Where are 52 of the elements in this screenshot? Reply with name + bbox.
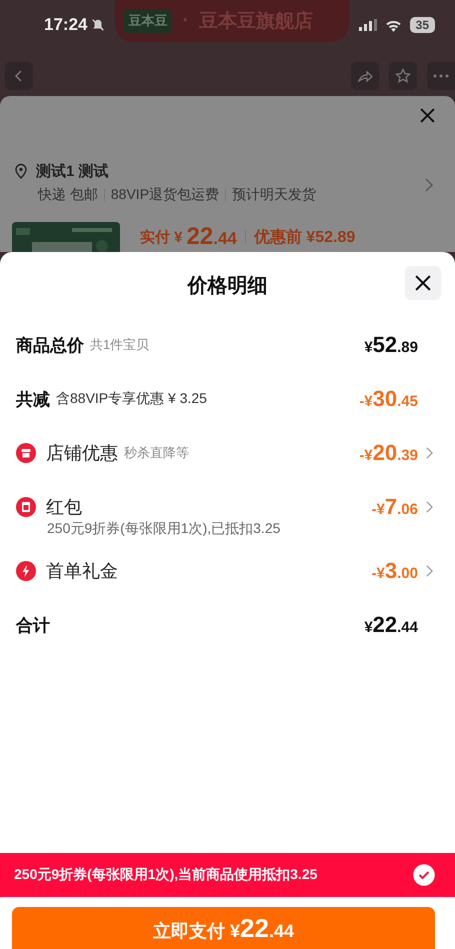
- pay-button[interactable]: 立即支付 ¥22.44: [12, 907, 435, 949]
- chevron-icon[interactable]: [426, 501, 433, 513]
- coupon-text: 250元9折券(每张限用1次),当前商品使用抵扣3.25: [14, 866, 318, 884]
- row-label: 红包: [46, 496, 82, 519]
- row-label: 首单礼金: [46, 560, 118, 583]
- row-note: 秒杀直降等: [124, 444, 189, 462]
- shipping-info: 88VIP退货包运费: [110, 186, 220, 204]
- close-icon: [415, 275, 431, 291]
- row-label: 店铺优惠: [46, 442, 118, 465]
- original-price: 优惠前 ¥52.89: [254, 228, 356, 248]
- row-amount: ¥22.44: [364, 612, 418, 638]
- chevron-icon[interactable]: [426, 447, 433, 459]
- checkbox[interactable]: [413, 864, 435, 886]
- address-name: 测试1 测试: [36, 162, 109, 180]
- row-amount: -¥7.06: [372, 494, 418, 520]
- close-button[interactable]: [405, 266, 441, 300]
- row-detail: 250元9折券(每张限用1次),已抵扣3.25: [46, 520, 282, 538]
- envelope-icon: [16, 497, 36, 517]
- shop-icon: [16, 443, 36, 463]
- close-icon[interactable]: [420, 108, 435, 123]
- row-amount: -¥30.45: [359, 386, 418, 412]
- favorite-button[interactable]: [389, 62, 417, 90]
- location-pin-icon: [14, 163, 28, 179]
- row-label: 合计: [16, 614, 50, 636]
- wifi-icon: [384, 18, 402, 32]
- battery-level: 35: [410, 17, 435, 33]
- signal-icon: [358, 19, 377, 31]
- muted-bell-icon: [91, 18, 106, 32]
- back-button[interactable]: [5, 62, 33, 90]
- separator-dot: ·: [182, 10, 189, 32]
- status-time: 17:24: [44, 15, 88, 35]
- row-note: 含88VIP专享优惠 ¥ 3.25: [56, 390, 207, 408]
- row-amount: -¥20.39: [359, 440, 418, 466]
- row-note: 共1件宝贝: [90, 336, 150, 354]
- lightning-icon: [16, 561, 36, 581]
- more-icon: [433, 74, 449, 78]
- share-icon: [357, 68, 373, 84]
- more-button[interactable]: [427, 62, 455, 90]
- shipping-info: 预计明天发货: [232, 186, 316, 204]
- row-amount: -¥3.00: [372, 558, 418, 584]
- share-button[interactable]: [351, 62, 379, 90]
- row-label: 共减: [16, 388, 50, 410]
- store-logo: 豆本豆: [123, 9, 172, 33]
- row-label: 商品总价: [16, 334, 84, 356]
- paid-amount: 22.44: [186, 223, 237, 251]
- star-icon: [395, 68, 411, 84]
- row-amount: ¥52.89: [364, 332, 418, 358]
- sheet-title: 价格明细: [188, 274, 268, 298]
- paid-label: 实付 ¥: [140, 228, 183, 246]
- shipping-info: 快递 包邮: [38, 186, 98, 204]
- chevron-icon[interactable]: [426, 565, 433, 577]
- chevron-icon[interactable]: [425, 178, 433, 192]
